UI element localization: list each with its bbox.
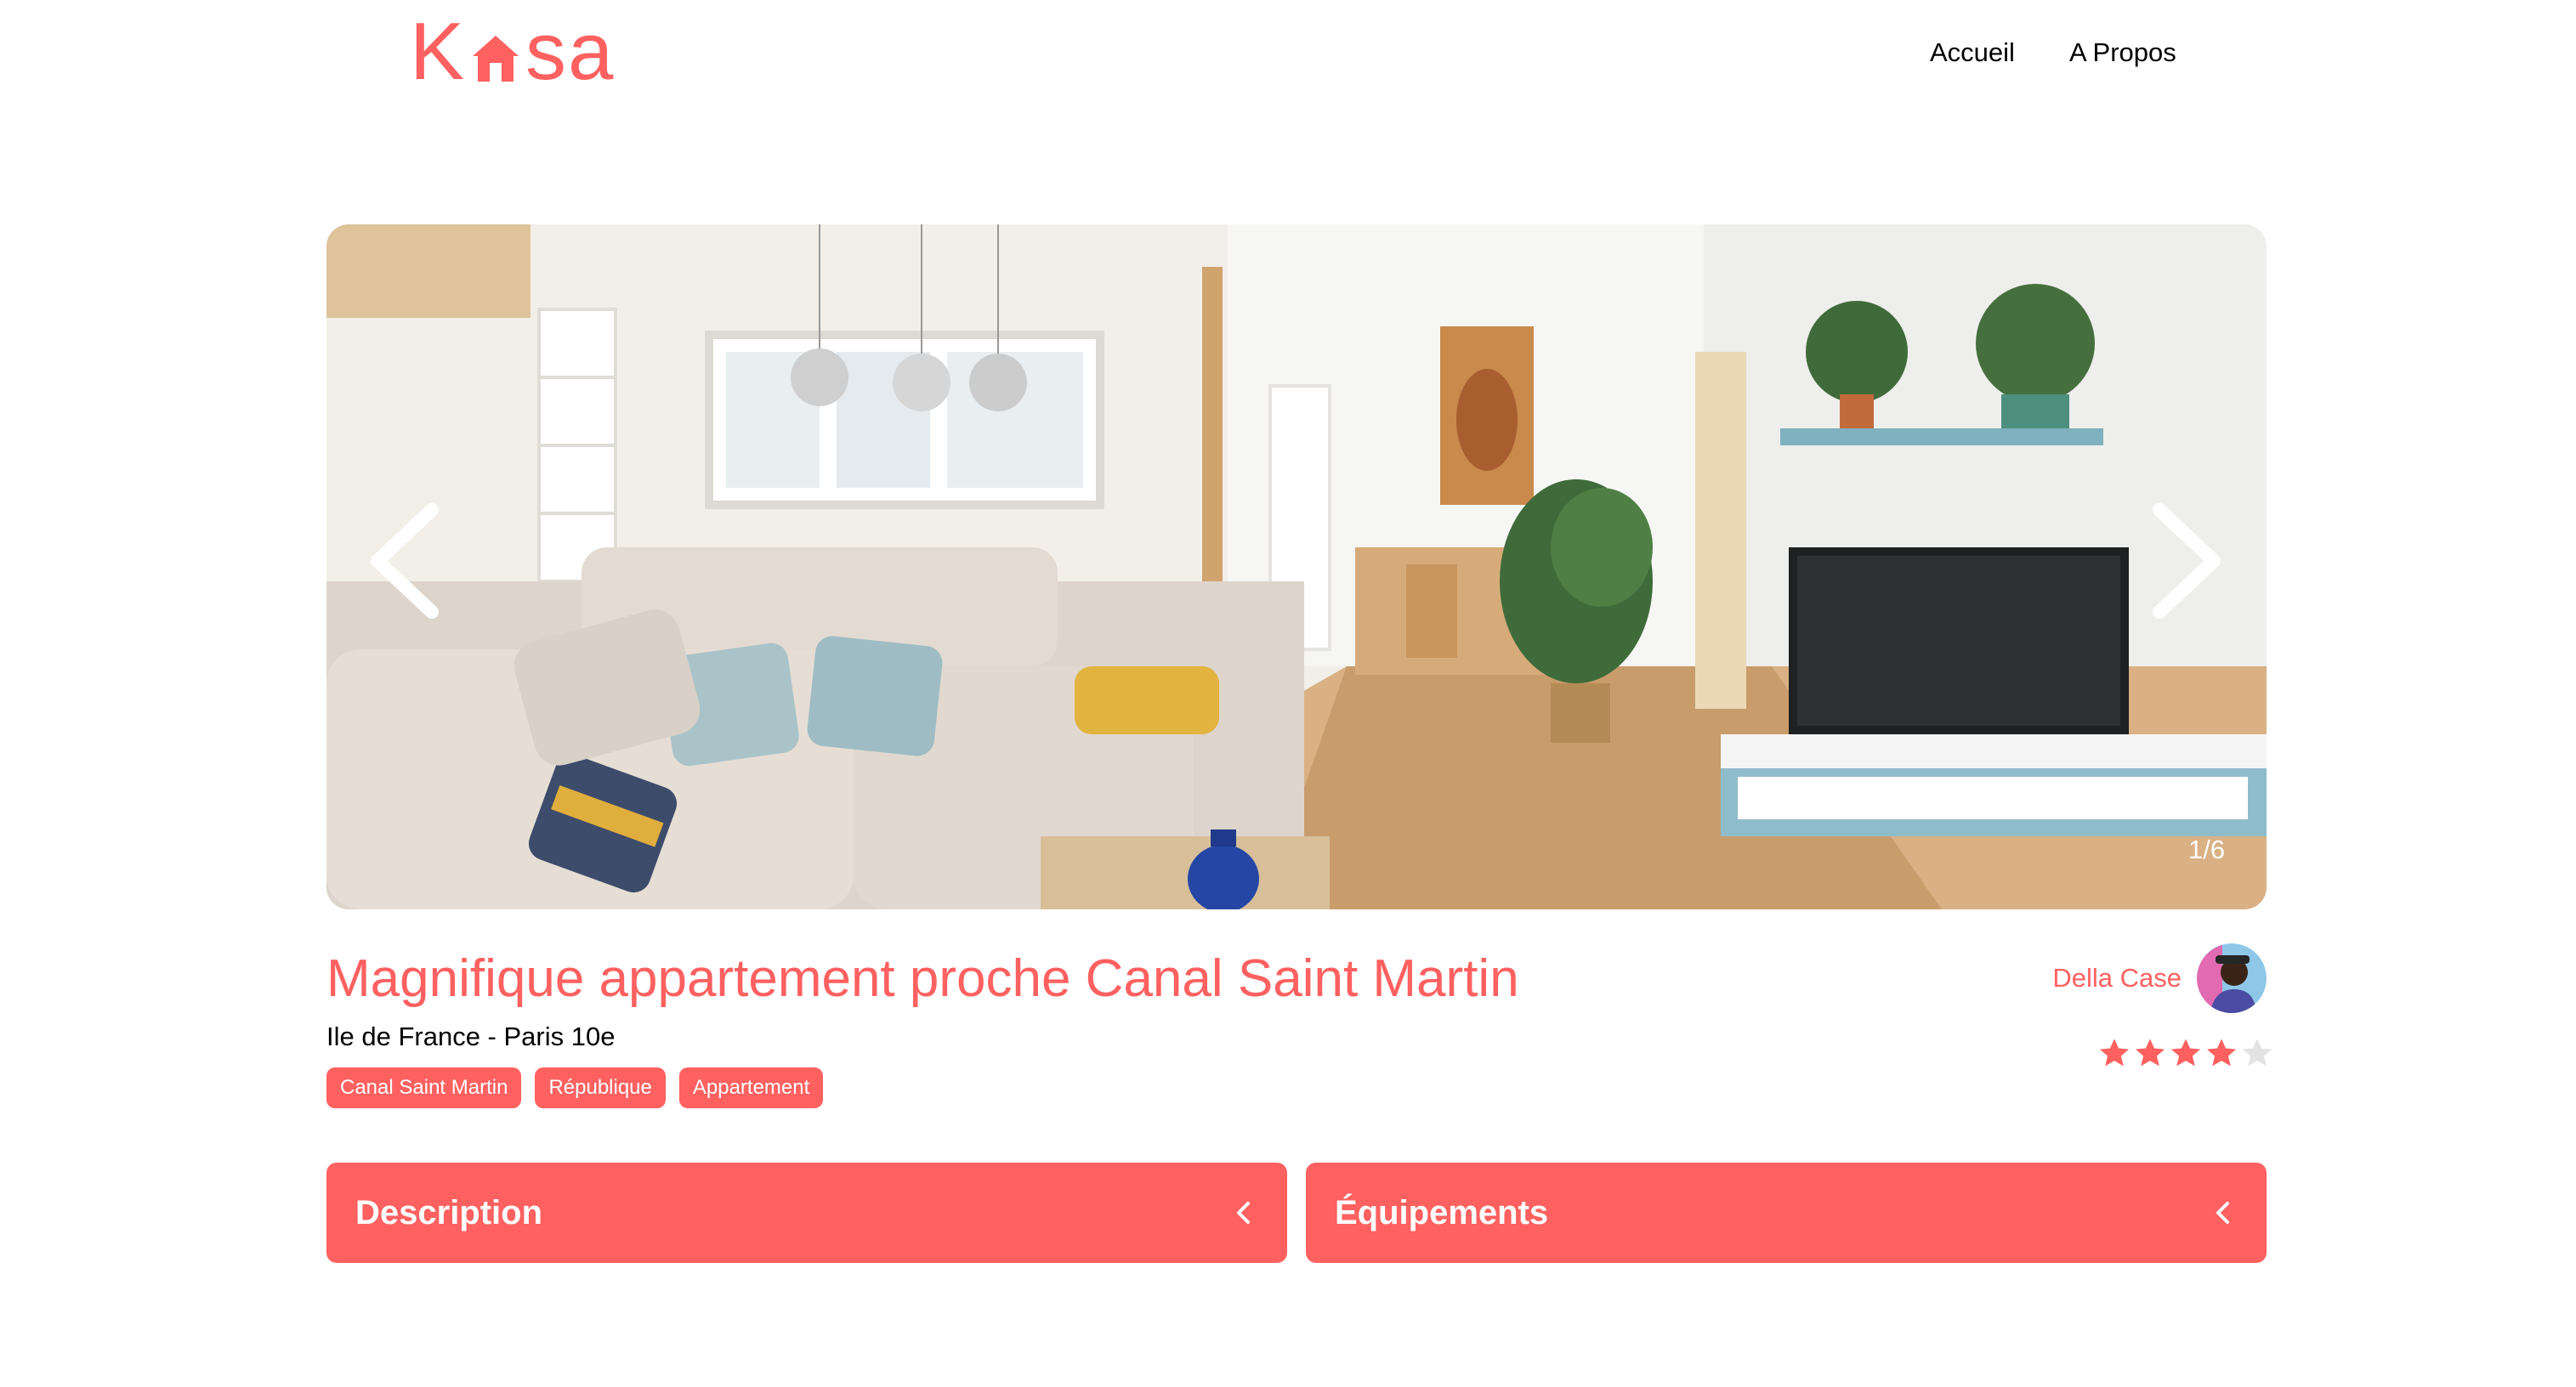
star-icon [2170, 1039, 2201, 1067]
gallery-counter: 1/6 [2188, 835, 2226, 864]
chevron-left-icon [2216, 1202, 2229, 1224]
tag: Canal Saint Martin [326, 1067, 522, 1108]
nav-link-accueil[interactable]: Accueil [1930, 37, 2015, 68]
host-info: Della Case [2052, 943, 2267, 1013]
star-icon [2135, 1039, 2165, 1067]
equipments-title: Équipements [1335, 1193, 1549, 1231]
description-collapse-header[interactable]: Description [326, 1163, 1287, 1263]
listing-title: Magnifique appartement proche Canal Sain… [326, 949, 1519, 1008]
site-header: K sa Accueil A Propos [0, 0, 2576, 119]
star-icon [2099, 1039, 2130, 1067]
chevron-left-icon [1237, 1202, 1250, 1224]
star-icon [2242, 1039, 2272, 1067]
house-icon [473, 36, 519, 82]
main-nav: Accueil A Propos [1930, 37, 2176, 68]
description-title: Description [355, 1193, 543, 1231]
tag: Appartement [678, 1067, 824, 1108]
chevron-right-icon[interactable] [2146, 501, 2231, 620]
photo-gallery [326, 224, 2267, 909]
logo-letters-sa: sa [525, 6, 616, 97]
chevron-left-icon[interactable] [360, 501, 445, 620]
star-icon [2206, 1039, 2237, 1067]
logo-letter-k: K [410, 6, 467, 97]
tag-list: Canal Saint Martin République Appartemen… [326, 1067, 824, 1108]
tag: République [535, 1067, 666, 1108]
equipments-collapse-header[interactable]: Équipements [1306, 1163, 2267, 1263]
apartment-photo [326, 224, 2267, 909]
listing-location: Ile de France - Paris 10e [326, 1022, 616, 1051]
avatar [2197, 943, 2267, 1013]
rating-stars [2098, 1037, 2273, 1069]
nav-link-a-propos[interactable]: A Propos [2069, 37, 2176, 68]
kasa-logo[interactable]: K sa [410, 6, 626, 97]
host-name: Della Case [2052, 963, 2182, 993]
